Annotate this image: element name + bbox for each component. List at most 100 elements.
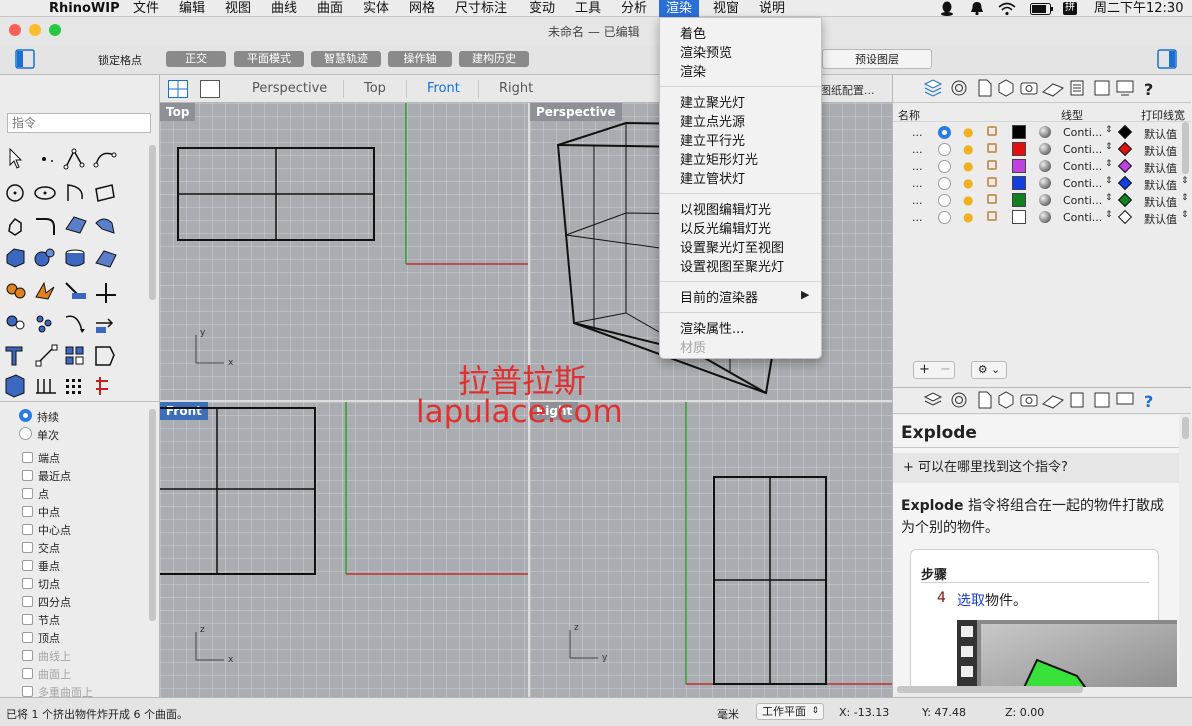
menu-view[interactable]: 视图 <box>225 0 251 17</box>
qq-icon[interactable] <box>940 0 954 17</box>
wifi-icon[interactable] <box>998 0 1016 17</box>
menu-edit[interactable]: 编辑 <box>179 0 205 17</box>
snap-on-curve-checkbox[interactable] <box>22 650 33 661</box>
lightbulb-icon[interactable]: ● <box>963 142 973 156</box>
where-to-find-toggle[interactable]: + 可以在哪里找到这个指令? <box>893 453 1179 483</box>
layer-color-swatch[interactable] <box>1012 193 1026 207</box>
lock-icon[interactable] <box>987 143 997 153</box>
named-views-panel-icon[interactable] <box>1094 392 1110 408</box>
lock-icon[interactable] <box>987 160 997 170</box>
layer-print-width[interactable]: 默认值 <box>1144 177 1177 193</box>
current-layer-radio[interactable] <box>938 177 951 190</box>
layer-row[interactable]: ...●Conti...⇕默认值⇕ <box>893 158 1191 175</box>
minimize-window-icon[interactable] <box>29 24 41 36</box>
tool-palette-scrollbar[interactable] <box>149 145 156 300</box>
snap-perpendicular-checkbox[interactable] <box>22 560 33 571</box>
layer-linetype-header[interactable]: 线型 <box>1061 107 1083 123</box>
lock-icon[interactable] <box>987 126 997 136</box>
sphere-tool-icon[interactable] <box>34 248 55 267</box>
app-menu[interactable]: RhinoWIP <box>49 0 120 17</box>
layer-name[interactable]: ... <box>912 126 923 139</box>
snap-knot-checkbox[interactable] <box>22 614 33 625</box>
named-views-panel-icon[interactable] <box>1094 80 1110 96</box>
snap-perpendicular[interactable]: 垂点 <box>22 558 60 574</box>
text-tool-icon[interactable] <box>5 346 23 366</box>
snap-vertex[interactable]: 顶点 <box>22 630 60 646</box>
smart-track-button[interactable]: 智慧轨迹 <box>311 51 381 67</box>
battery-icon[interactable] <box>1030 0 1054 17</box>
render-menu-render[interactable]: 渲染 <box>680 61 706 80</box>
properties-panel-icon[interactable] <box>978 391 992 409</box>
menu-solid[interactable]: 实体 <box>363 0 389 17</box>
snap-intersection-checkbox[interactable] <box>22 542 33 553</box>
lightbulb-icon[interactable]: ● <box>963 193 973 207</box>
current-layer-radio[interactable] <box>938 143 951 156</box>
block-tool-icon[interactable] <box>65 346 84 365</box>
snap-vertex-checkbox[interactable] <box>22 632 33 643</box>
material-sphere-icon[interactable] <box>1039 143 1051 155</box>
add-layer-button[interactable]: + − <box>913 361 955 379</box>
lightbulb-icon[interactable]: ● <box>963 176 973 190</box>
analyze-tool-icon[interactable] <box>96 377 108 395</box>
layer-linetype[interactable]: Conti... <box>1063 211 1102 224</box>
lock-icon[interactable] <box>987 177 997 187</box>
cplane-selector[interactable]: 工作平面 ⇕ <box>756 703 824 720</box>
ime-icon[interactable]: 拼 <box>1063 2 1077 15</box>
menu-analyze[interactable]: 分析 <box>621 0 647 17</box>
help-scrollbar[interactable] <box>1182 417 1189 439</box>
snap-persistent-radio[interactable] <box>19 409 32 422</box>
cylinder-tool-icon[interactable] <box>65 249 85 267</box>
sweep-tool-icon[interactable] <box>95 218 115 234</box>
display-panel-icon[interactable] <box>1116 80 1134 96</box>
layer-print-width[interactable]: 默认值 <box>1144 160 1177 176</box>
layer-row[interactable]: ...●Conti...⇕默认值⇕ <box>893 124 1191 141</box>
lock-icon[interactable] <box>987 194 997 204</box>
layer-linetype[interactable]: Conti... <box>1063 126 1102 139</box>
snap-on-surface[interactable]: 曲面上 <box>22 666 71 682</box>
render-panel-icon[interactable] <box>1020 394 1038 407</box>
render-menu-tube-light[interactable]: 建立管状灯 <box>680 168 745 187</box>
ellipse-tool-icon[interactable] <box>34 186 56 200</box>
ground-panel-icon[interactable] <box>1042 395 1064 409</box>
layer-color-swatch[interactable] <box>1012 176 1026 190</box>
point-tool-icon[interactable] <box>42 157 53 162</box>
layer-name[interactable]: ... <box>912 143 923 156</box>
right-sidebar-toggle-icon[interactable] <box>1157 49 1177 72</box>
material-sphere-icon[interactable] <box>1039 194 1051 206</box>
polyline-tool-icon[interactable] <box>63 148 85 170</box>
layer-print-width[interactable]: 默认值 <box>1144 126 1177 142</box>
object-panel-icon[interactable] <box>998 79 1014 97</box>
help-panel-icon[interactable]: ? <box>1144 392 1153 411</box>
left-sidebar-toggle-icon[interactable] <box>15 49 35 72</box>
layer-name[interactable]: ... <box>912 160 923 173</box>
menu-file[interactable]: 文件 <box>133 0 159 17</box>
help-panel-icon[interactable]: ? <box>1144 80 1153 99</box>
menu-render[interactable]: 渲染 <box>659 0 700 17</box>
menu-help[interactable]: 说明 <box>759 0 785 17</box>
split-tool-icon[interactable] <box>96 283 116 303</box>
current-layer-radio[interactable] <box>938 160 951 173</box>
render-menu-materials[interactable]: 材质 <box>680 337 706 356</box>
array-tool-icon[interactable] <box>36 379 56 394</box>
snap-quadrant-checkbox[interactable] <box>22 596 33 607</box>
snap-scrollbar[interactable] <box>149 409 156 621</box>
viewport-front[interactable]: Front z x <box>160 402 528 697</box>
help-horizontal-scrollbar[interactable] <box>897 686 1083 693</box>
rectangle-tool-icon[interactable] <box>95 184 115 202</box>
zoom-window-icon[interactable] <box>49 24 61 36</box>
snap-point-checkbox[interactable] <box>22 488 33 499</box>
curve-tool-icon[interactable] <box>93 152 117 168</box>
gumball-button[interactable]: 操作轴 <box>388 51 452 67</box>
help-video-thumbnail[interactable] <box>957 620 1177 687</box>
lock-grid-toggle[interactable]: 锁定格点 <box>98 52 142 68</box>
surface-tool-icon[interactable] <box>65 216 87 234</box>
ortho-button[interactable]: 正交 <box>166 51 226 67</box>
snap-center-checkbox[interactable] <box>22 524 33 535</box>
tab-perspective[interactable]: Perspective <box>252 81 327 96</box>
units-label[interactable]: 毫米 <box>717 706 739 722</box>
command-input[interactable] <box>7 113 151 133</box>
arc-tool-icon[interactable] <box>67 184 83 201</box>
tab-front[interactable]: Front <box>427 81 460 96</box>
snap-quadrant[interactable]: 四分点 <box>22 594 71 610</box>
snap-once-radio[interactable] <box>19 427 32 440</box>
